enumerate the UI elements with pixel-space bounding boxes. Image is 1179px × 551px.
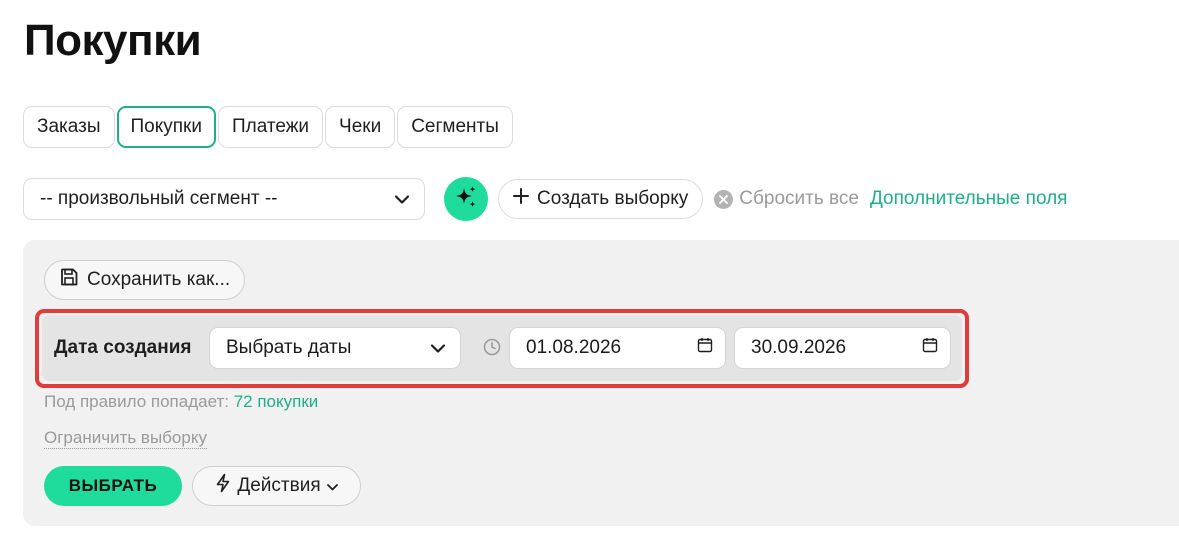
create-selection-button[interactable]: Создать выборку: [498, 179, 704, 219]
segment-select-value: -- произвольный сегмент --: [40, 188, 278, 209]
reset-all-label: Сбросить все: [739, 188, 859, 209]
date-mode-select[interactable]: Выбрать даты: [209, 327, 461, 369]
tab-payments[interactable]: Платежи: [217, 106, 324, 148]
date-filter-row: Дата создания Выбрать даты 01.08.2026 30…: [42, 315, 962, 381]
toolbar: -- произвольный сегмент -- Создать выбор…: [23, 177, 1068, 221]
filter-label: Дата создания: [54, 337, 192, 358]
rule-count-value[interactable]: 72 покупки: [234, 392, 319, 411]
tab-receipts[interactable]: Чеки: [325, 106, 396, 148]
rule-match-count: Под правило попадает: 72 покупки: [44, 392, 318, 412]
actions-button[interactable]: Действия: [192, 466, 361, 506]
save-as-label: Сохранить как...: [87, 269, 231, 290]
chevron-down-icon: [326, 475, 338, 497]
date-from-value: 01.08.2026: [526, 337, 622, 358]
date-mode-value: Выбрать даты: [226, 337, 352, 358]
date-to-value: 30.09.2026: [751, 337, 847, 358]
create-selection-label: Создать выборку: [537, 188, 689, 209]
rule-count-prefix: Под правило попадает:: [44, 392, 229, 411]
date-from-input[interactable]: 01.08.2026: [509, 327, 726, 369]
chevron-down-icon: [394, 191, 410, 207]
lightning-icon: [215, 473, 231, 499]
save-as-button[interactable]: Сохранить как...: [44, 260, 246, 300]
tab-segments[interactable]: Сегменты: [397, 106, 513, 148]
tabs: Заказы Покупки Платежи Чеки Сегменты: [23, 106, 513, 148]
actions-label: Действия: [237, 475, 321, 496]
reset-all-button[interactable]: Сбросить все: [714, 188, 859, 210]
tab-orders[interactable]: Заказы: [23, 106, 115, 148]
extra-fields-link[interactable]: Дополнительные поля: [870, 188, 1068, 210]
clock-icon: [483, 338, 501, 356]
ai-assistant-button[interactable]: [444, 177, 488, 221]
segment-select[interactable]: -- произвольный сегмент --: [23, 178, 425, 220]
save-icon: [59, 267, 79, 293]
page-title: Покупки: [24, 16, 202, 65]
date-to-input[interactable]: 30.09.2026: [734, 327, 951, 369]
sparkle-icon: [453, 184, 479, 215]
chevron-down-icon: [430, 340, 446, 356]
tab-purchases[interactable]: Покупки: [116, 106, 216, 148]
calendar-icon: [697, 337, 713, 359]
select-button[interactable]: ВЫБРАТЬ: [44, 466, 182, 506]
limit-selection-link[interactable]: Ограничить выборку: [44, 428, 207, 449]
calendar-icon: [922, 337, 938, 359]
filter-panel: Сохранить как... Дата создания Выбрать д…: [23, 240, 1179, 526]
plus-icon: [513, 188, 529, 210]
clear-icon: [714, 189, 734, 209]
